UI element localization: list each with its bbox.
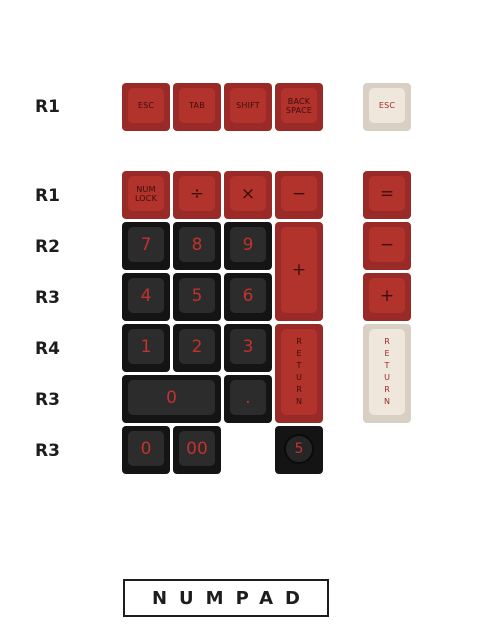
zero-key-label: 0 xyxy=(128,431,164,466)
return-key-alt-label: RETURN xyxy=(384,337,390,406)
dot-key[interactable]: . xyxy=(224,375,272,423)
two-key[interactable]: 2 xyxy=(173,324,221,372)
esc-key-label: ESC xyxy=(128,88,164,123)
page-title: NUMPAD xyxy=(123,579,329,617)
divide-key-label: ÷ xyxy=(179,176,215,211)
tab-key[interactable]: TAB xyxy=(173,83,221,131)
zero-wide-key[interactable]: 0 xyxy=(122,375,221,423)
six-key-label: 6 xyxy=(230,278,266,313)
return-key-cap: RETURN xyxy=(281,329,317,415)
five-key[interactable]: 5 xyxy=(173,273,221,321)
seven-key[interactable]: 7 xyxy=(122,222,170,270)
six-key[interactable]: 6 xyxy=(224,273,272,321)
zero-wide-key-label: 0 xyxy=(128,380,215,415)
knob-label: 5 xyxy=(294,440,304,457)
row-label-r1-top: R1 xyxy=(35,97,60,117)
minus-key-alt-label: − xyxy=(369,227,405,262)
backspace-key[interactable]: BACK SPACE xyxy=(275,83,323,131)
equals-key[interactable]: = xyxy=(363,171,411,219)
four-key-label: 4 xyxy=(128,278,164,313)
tab-key-label: TAB xyxy=(179,88,215,123)
esc-key[interactable]: ESC xyxy=(122,83,170,131)
esc-key-alt[interactable]: ESC xyxy=(363,83,411,131)
row-label-r3-second: R3 xyxy=(35,390,60,410)
nine-key[interactable]: 9 xyxy=(224,222,272,270)
five-key-label: 5 xyxy=(179,278,215,313)
plus-key-alt-label: + xyxy=(369,278,405,313)
four-key[interactable]: 4 xyxy=(122,273,170,321)
plus-key-alt[interactable]: + xyxy=(363,273,411,321)
esc-key-alt-label: ESC xyxy=(369,88,405,123)
row-label-r1: R1 xyxy=(35,186,60,206)
multiply-key[interactable]: × xyxy=(224,171,272,219)
double-zero-key[interactable]: 00 xyxy=(173,426,221,474)
return-key-alt[interactable]: RETURN xyxy=(363,324,411,423)
numlock-key[interactable]: NUM LOCK xyxy=(122,171,170,219)
minus-key-label: − xyxy=(281,176,317,211)
shift-key-label: SHIFT xyxy=(230,88,266,123)
one-key[interactable]: 1 xyxy=(122,324,170,372)
row-label-r4: R4 xyxy=(35,339,60,359)
return-key-label: RETURN xyxy=(296,337,302,406)
minus-key[interactable]: − xyxy=(275,171,323,219)
three-key-label: 3 xyxy=(230,329,266,364)
eight-key-label: 8 xyxy=(179,227,215,262)
nine-key-label: 9 xyxy=(230,227,266,262)
seven-key-label: 7 xyxy=(128,227,164,262)
numlock-key-label: NUM LOCK xyxy=(128,176,164,211)
equals-key-label: = xyxy=(369,176,405,211)
plus-key[interactable]: + xyxy=(275,222,323,321)
return-key-alt-cap: RETURN xyxy=(369,329,405,415)
return-key[interactable]: RETURN xyxy=(275,324,323,423)
zero-key[interactable]: 0 xyxy=(122,426,170,474)
double-zero-key-label: 00 xyxy=(179,431,215,466)
backspace-key-label: BACK SPACE xyxy=(281,88,317,123)
row-label-r2: R2 xyxy=(35,237,60,257)
knob-key[interactable]: 5 xyxy=(275,426,323,474)
eight-key[interactable]: 8 xyxy=(173,222,221,270)
two-key-label: 2 xyxy=(179,329,215,364)
plus-key-label: + xyxy=(281,227,317,313)
knob-icon: 5 xyxy=(284,433,314,464)
divide-key[interactable]: ÷ xyxy=(173,171,221,219)
one-key-label: 1 xyxy=(128,329,164,364)
multiply-key-label: × xyxy=(230,176,266,211)
row-label-r3: R3 xyxy=(35,288,60,308)
three-key[interactable]: 3 xyxy=(224,324,272,372)
row-label-r3-third: R3 xyxy=(35,441,60,461)
knob-cap: 5 xyxy=(281,431,317,466)
dot-key-label: . xyxy=(230,380,266,415)
shift-key[interactable]: SHIFT xyxy=(224,83,272,131)
minus-key-alt[interactable]: − xyxy=(363,222,411,270)
